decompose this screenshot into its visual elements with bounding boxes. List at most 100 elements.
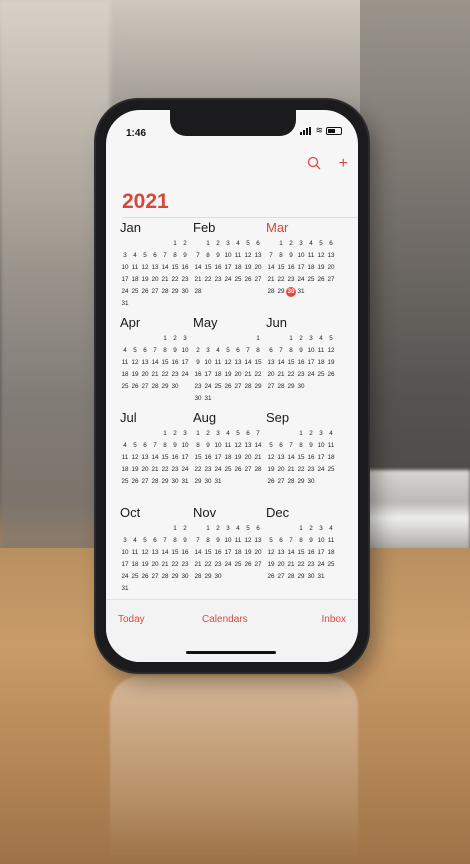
- day-cell: 15: [204, 549, 212, 556]
- month-apr[interactable]: Apr 1 2 3 4 5 6 7 8 9 10 11 12 13 14 15 16 17 18 19 20 21 22 23…: [120, 315, 192, 392]
- tab-today[interactable]: Today: [118, 614, 145, 625]
- day-cell: 19: [131, 371, 139, 378]
- day-cell: 23: [307, 466, 315, 473]
- tab-calendars[interactable]: Calendars: [202, 614, 248, 625]
- day-cell: 18: [224, 454, 232, 461]
- day-cell: 3: [226, 525, 230, 532]
- day-cell: 19: [244, 549, 252, 556]
- day-cell: 20: [267, 371, 275, 378]
- month-jul[interactable]: Jul 1 2 3 4 5 6 7 8 9 10 11 12 13 14 15 16 17 18 19 20 21 22 23…: [120, 410, 192, 487]
- day-cell: 22: [171, 276, 179, 283]
- day-cell: 21: [151, 371, 159, 378]
- empty-day: [233, 334, 243, 344]
- day-cell: 31: [214, 478, 222, 485]
- day-cell: 15: [161, 359, 169, 366]
- day-cell: 29: [297, 573, 305, 580]
- day-cell: 22: [161, 466, 169, 473]
- day-cell: 7: [153, 442, 157, 449]
- day-cell: 7: [289, 537, 293, 544]
- day-cell: 24: [214, 466, 222, 473]
- day-cell: 4: [236, 240, 240, 247]
- day-cell: 8: [206, 537, 210, 544]
- day-cell: 1: [173, 525, 177, 532]
- day-cell: 7: [153, 347, 157, 354]
- month-jun[interactable]: Jun 1 2 3 4 5 6 7 8 9 10 11 12 13 14 15 16 17 18 19 20 21 22 23…: [266, 315, 338, 392]
- month-jan[interactable]: Jan 1 2 3 4 5 6 7 8 9 10 11 12 13 14 15 16 17 18 19 20 21 22 23…: [120, 220, 192, 309]
- day-cell: 24: [224, 276, 232, 283]
- day-cell: 20: [151, 276, 159, 283]
- home-indicator[interactable]: [186, 651, 276, 654]
- day-cell: 4: [216, 347, 220, 354]
- empty-day: [266, 334, 276, 344]
- day-cell: 21: [254, 454, 262, 461]
- day-cell: 26: [244, 561, 252, 568]
- day-cell: 25: [327, 561, 335, 568]
- day-cell: 18: [234, 264, 242, 271]
- day-cell: 22: [297, 466, 305, 473]
- day-cell: 8: [196, 442, 200, 449]
- day-cell: 21: [151, 466, 159, 473]
- day-cell: 24: [181, 371, 189, 378]
- day-cell: 17: [181, 454, 189, 461]
- day-cell: 15: [277, 264, 285, 271]
- day-cell: 25: [131, 288, 139, 295]
- day-cell: 8: [163, 347, 167, 354]
- month-oct[interactable]: Oct 1 2 3 4 5 6 7 8 9 10 11 12 13 14 15 16 17 18 19 20 21 22 23…: [120, 505, 192, 594]
- day-cell: 19: [141, 276, 149, 283]
- month-feb[interactable]: Feb 1 2 3 4 5 6 7 8 9 10 11 12 13 14 15 16 17 18 19 20 21 22 23…: [193, 220, 265, 297]
- empty-day: [130, 429, 140, 439]
- day-cell: 17: [224, 549, 232, 556]
- month-mar[interactable]: Mar 1 2 3 4 5 6 7 8 9 10 11 12 13 14 15 16 17 18 19 20 21 22 23…: [266, 220, 338, 297]
- day-cell: 6: [143, 347, 147, 354]
- month-dec[interactable]: Dec 1 2 3 4 5 6 7 8 9 10 11 12 13 14 15 16 17 18 19 20 21 22 23…: [266, 505, 338, 582]
- month-name: Sep: [266, 410, 290, 425]
- day-cell: 1: [206, 525, 210, 532]
- day-cell: 26: [141, 288, 149, 295]
- day-cell: 17: [297, 264, 305, 271]
- day-cell: 14: [151, 454, 159, 461]
- day-cell: 13: [277, 549, 285, 556]
- search-icon[interactable]: [307, 156, 321, 174]
- day-cell: 27: [254, 276, 262, 283]
- day-cell: 10: [297, 252, 305, 259]
- day-cell: 22: [297, 561, 305, 568]
- day-cell: 15: [287, 359, 295, 366]
- day-cell: 16: [181, 549, 189, 556]
- day-cell: 22: [287, 371, 295, 378]
- day-cell: 23: [171, 466, 179, 473]
- day-cell: 10: [317, 537, 325, 544]
- empty-day: [266, 429, 276, 439]
- day-cell: 10: [224, 252, 232, 259]
- day-cell: 29: [194, 478, 202, 485]
- day-cell: 12: [234, 442, 242, 449]
- month-name: Mar: [266, 220, 289, 235]
- add-event-button[interactable]: +: [339, 156, 348, 174]
- day-cell: 10: [317, 442, 325, 449]
- month-day-grid: 1 2 3 4 5 6 7 8 9 10 11 12 13 14 15 16 17 18 19 20 21 22 23 24 2…: [120, 334, 192, 392]
- day-cell: 2: [216, 240, 220, 247]
- day-cell: 28: [194, 573, 202, 580]
- day-cell: 9: [183, 252, 187, 259]
- day-cell: 8: [299, 442, 303, 449]
- day-cell: 18: [131, 276, 139, 283]
- year-title[interactable]: 2021: [122, 190, 169, 214]
- day-cell: 8: [206, 252, 210, 259]
- empty-day: [193, 239, 203, 249]
- day-cell: 23: [297, 371, 305, 378]
- month-nov[interactable]: Nov 1 2 3 4 5 6 7 8 9 10 11 12 13 14 15 16 17 18 19 20 21 22 23…: [193, 505, 265, 582]
- tab-inbox[interactable]: Inbox: [322, 614, 346, 625]
- day-cell: 18: [121, 466, 129, 473]
- day-cell: 21: [287, 466, 295, 473]
- day-cell: 30: [181, 288, 189, 295]
- day-cell: 3: [123, 252, 127, 259]
- day-cell: 18: [131, 561, 139, 568]
- day-cell: 10: [214, 442, 222, 449]
- month-name: Jul: [120, 410, 137, 425]
- day-cell: 17: [121, 561, 129, 568]
- day-cell: 24: [317, 466, 325, 473]
- month-aug[interactable]: Aug 1 2 3 4 5 6 7 8 9 10 11 12 13 14 15 16 17 18 19 20 21 22 23…: [193, 410, 265, 487]
- day-cell: 9: [183, 537, 187, 544]
- month-sep[interactable]: Sep 1 2 3 4 5 6 7 8 9 10 11 12 13 14 15 16 17 18 19 20 21 22 23…: [266, 410, 338, 487]
- month-may[interactable]: May 1 2 3 4 5 6 7 8 9 10 11 12 13 14 15 16 17 18 19 20 21 22 23…: [193, 315, 265, 404]
- day-cell: 15: [194, 454, 202, 461]
